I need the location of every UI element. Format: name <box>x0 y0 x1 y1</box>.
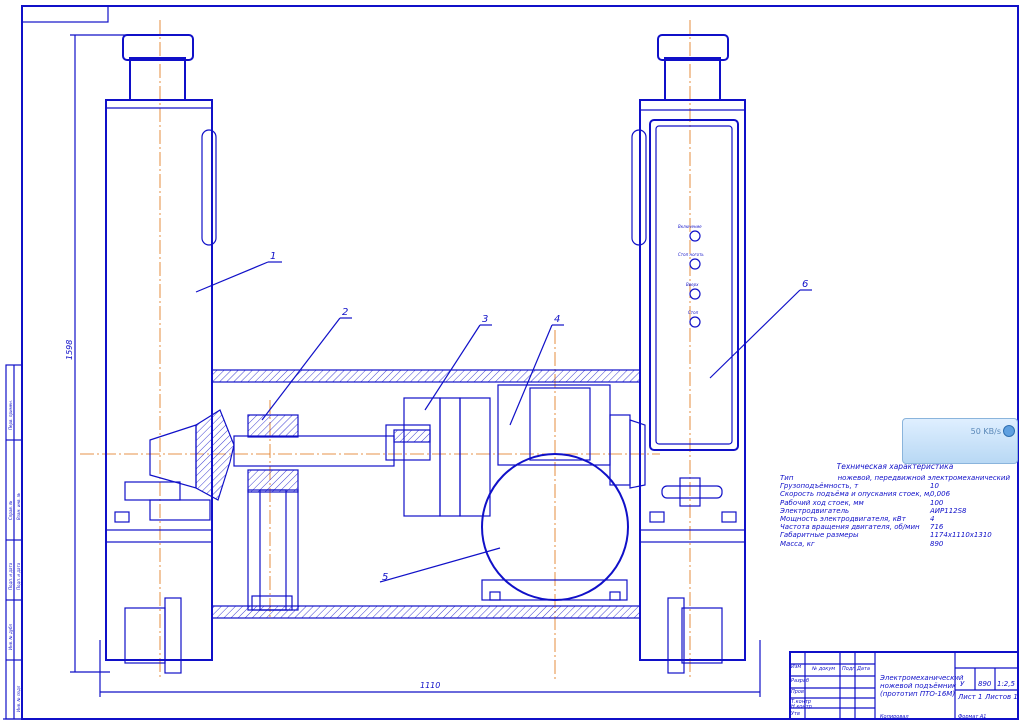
title-row-label-1: Разраб <box>791 678 810 684</box>
tech-spec-row: Масса, кг 890 <box>780 540 1010 548</box>
side-stamp-4: Взам. инв. № <box>16 493 21 520</box>
title-row-label-0: Изм <box>791 664 802 670</box>
side-stamp-6: Инв. № подл <box>16 685 21 712</box>
title-name-line-1: ножевой подъёмник <box>880 682 957 690</box>
side-stamp-5: Подп. и дата <box>16 562 21 590</box>
tech-spec-key: Масса, кг <box>780 539 815 548</box>
title-row-label-2: Пров <box>791 689 804 695</box>
tech-spec-row: Габаритные размеры 1174x1110x1310 <box>780 531 1010 539</box>
tech-spec-value: АИР112S8 <box>930 506 967 515</box>
tech-spec-value: 890 <box>930 539 944 548</box>
top-left-stamp <box>21 5 109 23</box>
side-stamp-3: Инв. № дубл <box>8 623 13 650</box>
title-col-label-1: Подп <box>842 666 856 672</box>
tech-spec-value: 4 <box>930 515 935 524</box>
title-row-label-4: Н.контр <box>791 704 812 710</box>
callout-5: 5 <box>382 572 388 583</box>
network-speed-value: 50 KB/s <box>970 427 1001 436</box>
tech-spec-value: 100 <box>930 498 944 507</box>
callout-2: 2 <box>342 307 348 318</box>
tech-spec: Техническая характеристика Тип ножевой, п… <box>780 462 1010 548</box>
drive-shaft <box>233 435 395 467</box>
tech-spec-key: Мощность электродвигателя, кВт <box>780 515 906 524</box>
tech-spec-row: Тип ножевой, передвижной электромеханичес… <box>780 474 1010 482</box>
title-mass: 890 <box>978 680 992 688</box>
callout-6: 6 <box>802 279 808 290</box>
tech-spec-value: 10 <box>930 482 939 491</box>
callout-1: 1 <box>270 251 276 262</box>
tech-spec-row: Электродвигатель АИР112S8 <box>780 507 1010 515</box>
title-sheets: Листов 1 <box>985 693 1018 701</box>
close-icon[interactable] <box>1003 425 1015 437</box>
title-col-label-0: № докум <box>812 666 836 672</box>
tech-spec-value: 0,006 <box>930 490 951 499</box>
upper-beam <box>211 369 641 383</box>
title-lit: У <box>960 680 965 688</box>
side-stamp-1: Справ. № <box>8 501 13 520</box>
network-speed-badge[interactable]: 50 KB/s <box>902 418 1018 464</box>
callout-4: 4 <box>554 314 560 325</box>
tech-spec-row: Мощность электродвигателя, кВт 4 <box>780 515 1010 523</box>
dim-width: 1110 <box>420 681 440 690</box>
bevel-gear <box>195 409 235 501</box>
tech-spec-key: Рабочий ход стоек, мм <box>780 498 864 507</box>
tech-spec-key: Частота вращения двигателя, об/мин <box>780 523 920 532</box>
tech-spec-key: Грузоподъёмность, т <box>780 482 859 491</box>
title-col-label-2: Дата <box>857 666 870 672</box>
tech-spec-value: 1174x1110x1310 <box>930 531 992 540</box>
tech-spec-row: Частота вращения двигателя, об/мин 716 <box>780 523 1010 531</box>
panel-label-3: Стоп <box>688 310 699 315</box>
panel-label-1: Стоп ноготь <box>678 252 704 257</box>
side-stamp-2: Подп. и дата <box>8 562 13 590</box>
side-stamp-0: Перв. примен. <box>8 400 13 430</box>
title-row-label-5: Утв <box>791 711 800 717</box>
tech-spec-value: ножевой, передвижной электромеханический <box>837 474 1010 482</box>
right-column <box>631 34 746 661</box>
dim-height: 1598 <box>65 340 74 360</box>
panel-label-2: Вверх <box>686 282 699 287</box>
title-scale: 1:2,5 <box>997 680 1015 688</box>
callout-3: 3 <box>482 314 488 325</box>
title-name-line-0: Электромеханический <box>880 674 964 682</box>
coupling <box>385 397 491 517</box>
tech-spec-row: Грузоподъёмность, т 10 <box>780 482 1010 490</box>
tech-spec-key: Скорость подъёма и опускания стоек, м/с <box>780 490 930 499</box>
title-sheet: Лист 1 <box>958 693 983 701</box>
tech-spec-row: Скорость подъёма и опускания стоек, м/с 0… <box>780 490 1010 498</box>
tech-spec-key: Тип <box>780 474 794 482</box>
lower-beam <box>211 605 641 619</box>
title-bottom-left: Копировал <box>880 714 909 720</box>
tech-spec-row: Рабочий ход стоек, мм 100 <box>780 499 1010 507</box>
tech-spec-key: Габаритные размеры <box>780 531 859 540</box>
technical-drawing: 1 2 3 4 5 6 1598 1110 Включение Стоп ног… <box>3 5 1019 720</box>
left-column <box>105 34 217 661</box>
title-bottom-right: Формат А1 <box>958 714 987 720</box>
title-name-line-2: (прототип ПТО-16М) <box>880 690 956 698</box>
tech-spec-value: 716 <box>930 523 944 532</box>
tech-spec-key: Электродвигатель <box>780 506 850 515</box>
panel-label-0: Включение <box>678 224 702 229</box>
